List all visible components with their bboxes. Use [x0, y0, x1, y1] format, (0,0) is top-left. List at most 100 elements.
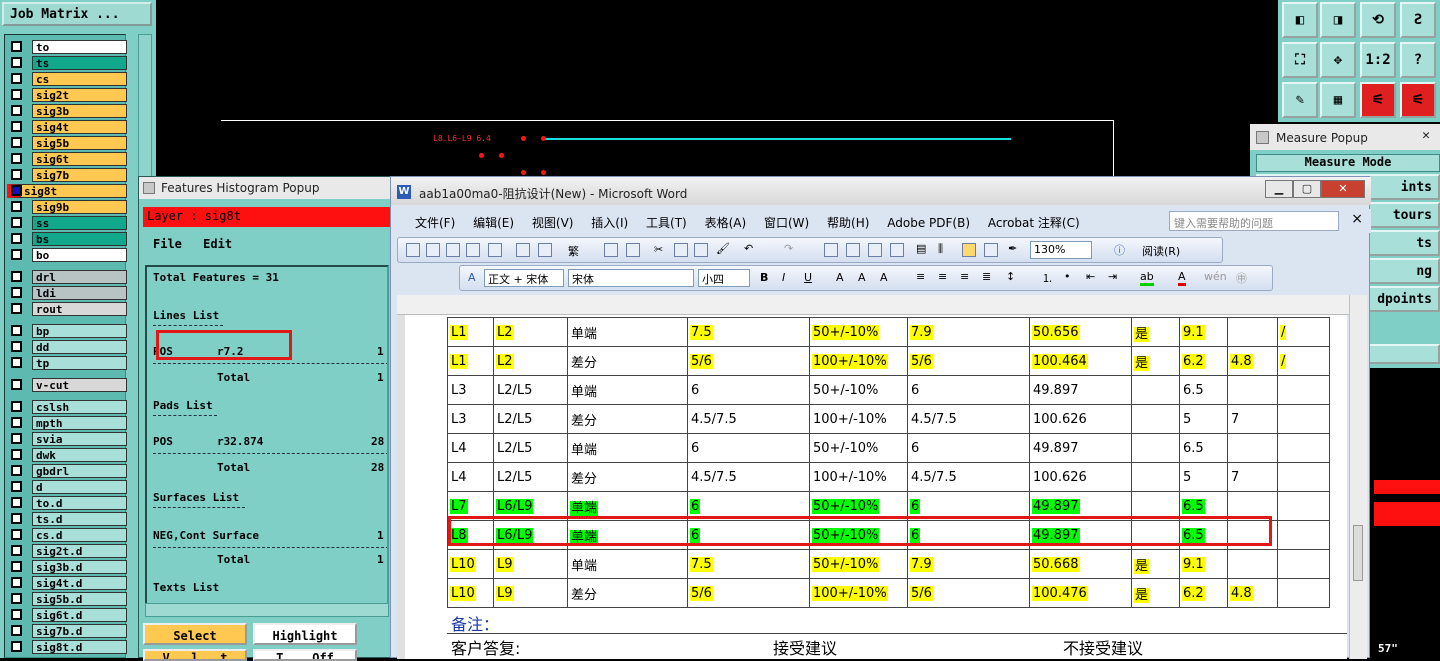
layer-row-sig2t[interactable]: sig2t — [7, 87, 127, 102]
layer-row-rout[interactable]: rout — [7, 301, 127, 316]
table-cell[interactable]: 100+/-10% — [809, 462, 908, 492]
table-cell[interactable]: L1 — [447, 346, 494, 376]
menu-edit[interactable]: Edit — [203, 237, 232, 251]
numbering-icon[interactable]: ⒈ — [1042, 270, 1053, 286]
excel-icon[interactable] — [890, 243, 904, 257]
layer-name[interactable]: ldi — [32, 285, 127, 300]
italic-icon[interactable]: I — [782, 271, 785, 284]
layer-row-sig4t.d[interactable]: sig4t.d — [7, 575, 127, 590]
layer-checkbox[interactable] — [11, 609, 22, 620]
justify-icon[interactable]: ≣ — [982, 270, 991, 283]
table-cell[interactable]: / — [1277, 346, 1330, 376]
close-button[interactable]: ✕ — [1321, 180, 1365, 198]
toggle-off-button[interactable]: T... Off — [253, 649, 357, 661]
layer-checkbox[interactable] — [11, 449, 22, 460]
table-cell[interactable]: 差分 — [567, 404, 688, 434]
table-cell[interactable]: 5/6 — [907, 578, 1030, 608]
ink-icon[interactable]: ✒ — [1008, 242, 1017, 255]
table-cell[interactable]: L4 — [447, 462, 494, 492]
layer-name[interactable]: to — [32, 39, 127, 54]
menu-help[interactable]: 帮助(H) — [827, 216, 869, 230]
font-size-select[interactable]: 小四 — [698, 269, 750, 287]
layer-row-sig8t[interactable]: sig8t — [7, 183, 127, 198]
layer-name[interactable]: bp — [32, 323, 127, 338]
table-cell[interactable]: 单端 — [567, 317, 688, 347]
read-mode-button[interactable]: 阅读(R) — [1142, 243, 1180, 259]
layer-checkbox[interactable] — [11, 201, 22, 212]
layer-row-d[interactable]: d — [7, 479, 127, 494]
table-cell[interactable]: 7.5 — [687, 549, 810, 579]
layer-checkbox[interactable] — [11, 625, 22, 636]
table-cell[interactable]: L2/L5 — [493, 404, 568, 434]
layer-row-sig5b[interactable]: sig5b — [7, 135, 127, 150]
layer-checkbox[interactable] — [11, 379, 22, 390]
menu-insert[interactable]: 插入(I) — [591, 216, 628, 230]
zoom-select[interactable]: 130% — [1030, 241, 1092, 259]
help-icon[interactable]: ⓘ — [1114, 242, 1125, 258]
table-cell[interactable]: 100+/-10% — [809, 346, 908, 376]
layer-checkbox[interactable] — [11, 249, 22, 260]
table-cell[interactable]: 6.2 — [1179, 346, 1228, 376]
table-cell[interactable]: 4.8 — [1227, 346, 1278, 376]
table-cell[interactable]: 4.5/7.5 — [687, 404, 810, 434]
table-cell[interactable]: / — [1277, 317, 1330, 347]
reject-option[interactable]: 不接受建议 — [1063, 635, 1143, 659]
table-cell[interactable]: L2/L5 — [493, 433, 568, 463]
layer-checkbox[interactable] — [11, 89, 22, 100]
layer-name[interactable]: sig5b.d — [32, 591, 127, 606]
table-cell[interactable] — [1277, 433, 1330, 463]
job-matrix-button[interactable]: Job Matrix ... — [2, 2, 152, 26]
table-cell[interactable]: 50.656 — [1029, 317, 1132, 347]
table-cell[interactable]: 5/6 — [687, 346, 810, 376]
layer-row-sig6t.d[interactable]: sig6t.d — [7, 607, 127, 622]
open-icon[interactable] — [426, 243, 440, 257]
layer-row-ldi[interactable]: ldi — [7, 285, 127, 300]
table-cell[interactable]: 100.626 — [1029, 462, 1132, 492]
select-button[interactable]: Select — [143, 623, 247, 645]
underline-icon[interactable]: U — [804, 271, 812, 284]
layer-checkbox[interactable] — [11, 73, 22, 84]
bullets-icon[interactable]: • — [1064, 270, 1071, 283]
layer-row-mpth[interactable]: mpth — [7, 415, 127, 430]
layer-name[interactable]: bo — [32, 247, 127, 262]
table-cell[interactable]: 100.626 — [1029, 404, 1132, 434]
layer-name[interactable]: sig4t — [32, 119, 127, 134]
menu-table[interactable]: 表格(A) — [705, 216, 747, 230]
table-cell[interactable]: 49.897 — [1029, 375, 1132, 405]
layer-checkbox[interactable] — [11, 185, 22, 196]
table-cell[interactable]: 50+/-10% — [809, 317, 908, 347]
layer-row-tp[interactable]: tp — [7, 355, 127, 370]
layer-name[interactable]: sig9b — [32, 199, 127, 214]
zoom-scale-icon[interactable]: ⟲ — [1360, 2, 1396, 38]
fit-all-icon[interactable]: ⛶ — [1282, 42, 1318, 78]
layer-name[interactable]: gbdrl — [32, 463, 127, 478]
table-cell[interactable]: 7.9 — [907, 549, 1030, 579]
measure-title-bar[interactable]: Measure Popup — [1250, 124, 1440, 150]
table-cell[interactable]: L3 — [447, 375, 494, 405]
layer-name[interactable]: ss — [32, 215, 127, 230]
layer-row-bs[interactable]: bs — [7, 231, 127, 246]
table-cell[interactable]: 6.5 — [1179, 375, 1228, 405]
doc-map-icon[interactable] — [962, 243, 976, 257]
align-center-icon[interactable]: ≡ — [938, 270, 947, 283]
layer-row-v-cut[interactable]: v-cut — [7, 377, 127, 392]
layer-name[interactable]: ts.d — [32, 511, 127, 526]
table-cell[interactable]: 5 — [1179, 462, 1228, 492]
layer-row-dd[interactable]: dd — [7, 339, 127, 354]
traditional-convert-icon[interactable]: 繁 — [568, 243, 579, 259]
char-border-icon[interactable]: A — [836, 271, 844, 284]
table-cell[interactable] — [1277, 491, 1330, 521]
table-cell[interactable]: 6 — [907, 375, 1030, 405]
layer-row-to.d[interactable]: to.d — [7, 495, 127, 510]
table-cell[interactable] — [1227, 549, 1278, 579]
table-cell[interactable]: 6 — [687, 433, 810, 463]
layer-name[interactable]: dwk — [32, 447, 127, 462]
redo-icon[interactable]: ↷ — [784, 242, 793, 255]
drawing-icon[interactable]: ⫼ — [938, 242, 943, 256]
table-cell[interactable] — [1277, 520, 1330, 550]
table-cell[interactable]: 100.464 — [1029, 346, 1132, 376]
table-cell[interactable]: 100+/-10% — [809, 578, 908, 608]
help-icon[interactable]: ? — [1400, 42, 1436, 78]
table-cell[interactable]: 100+/-10% — [809, 404, 908, 434]
table-cell[interactable]: 100.476 — [1029, 578, 1132, 608]
